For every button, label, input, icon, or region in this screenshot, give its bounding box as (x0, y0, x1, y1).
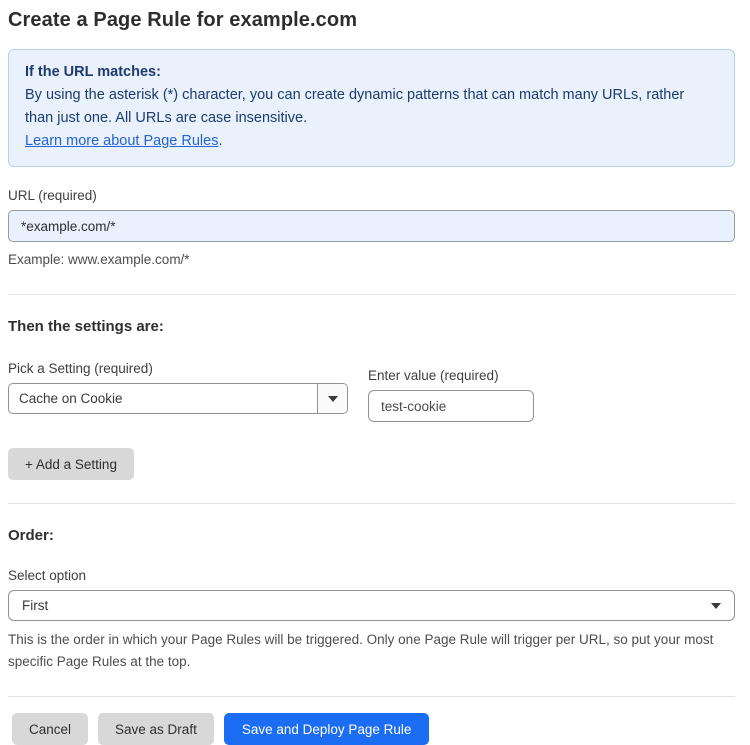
order-select[interactable]: First (8, 590, 735, 621)
chevron-down-icon (327, 395, 338, 402)
url-section: URL (required) Example: www.example.com/… (8, 188, 735, 271)
setting-picker-label: Pick a Setting (required) (8, 361, 153, 376)
setting-value-label: Enter value (required) (368, 368, 499, 383)
info-heading: If the URL matches: (25, 64, 161, 80)
info-body: By using the asterisk (*) character, you… (25, 87, 685, 126)
order-heading: Order: (8, 527, 54, 544)
link-suffix: . (218, 133, 223, 149)
save-and-deploy-button[interactable]: Save and Deploy Page Rule (223, 713, 430, 745)
order-helper-text: This is the order in which your Page Rul… (8, 632, 714, 669)
page-title: Create a Page Rule for example.com (8, 9, 358, 31)
form-actions: Cancel Save as Draft Save and Deploy Pag… (12, 713, 735, 745)
divider (8, 696, 735, 697)
create-page-rule-form: Create a Page Rule for example.com If th… (0, 0, 750, 745)
order-select-label: Select option (8, 568, 87, 583)
setting-value-input[interactable] (368, 390, 534, 422)
setting-select-value: Cache on Cookie (19, 391, 123, 406)
setting-picker-column: Pick a Setting (required) Cache on Cooki… (8, 361, 348, 422)
settings-row: Pick a Setting (required) Cache on Cooki… (8, 361, 735, 422)
cancel-button[interactable]: Cancel (12, 713, 89, 745)
learn-more-link[interactable]: Learn more about Page Rules (25, 133, 218, 149)
url-match-info-panel: If the URL matches: By using the asteris… (8, 49, 735, 167)
save-as-draft-button[interactable]: Save as Draft (98, 713, 214, 745)
divider (8, 503, 735, 504)
chevron-down-icon (711, 602, 721, 609)
settings-heading: Then the settings are: (8, 318, 164, 335)
info-link-line: Learn more about Page Rules. (25, 130, 718, 153)
url-label: URL (required) (8, 188, 97, 203)
add-setting-button[interactable]: + Add a Setting (8, 448, 134, 480)
divider (8, 294, 735, 295)
setting-select[interactable]: Cache on Cookie (8, 383, 348, 414)
order-select-value: First (22, 598, 49, 613)
url-input[interactable] (8, 210, 735, 242)
setting-select-arrow-button[interactable] (317, 384, 347, 413)
setting-value-column: Enter value (required) (368, 368, 534, 422)
url-helper-text: Example: www.example.com/* (8, 252, 190, 267)
